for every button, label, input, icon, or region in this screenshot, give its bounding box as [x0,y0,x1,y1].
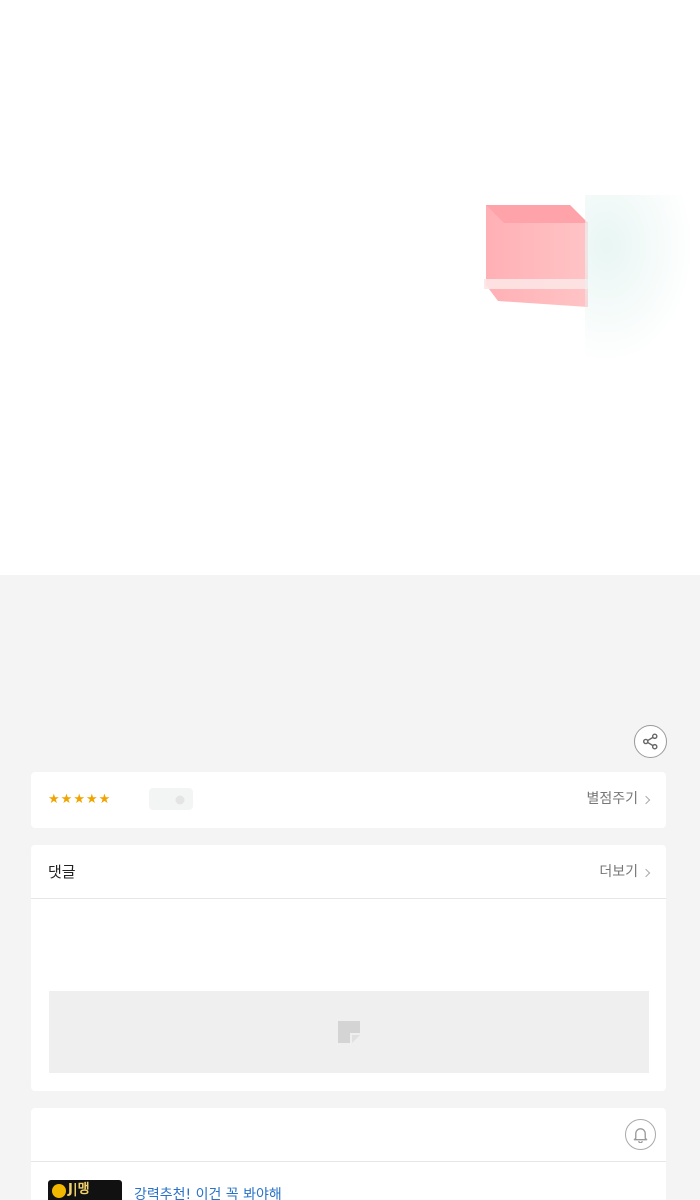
recommend-thumbnail: J|맹 [48,1180,122,1200]
thumbnail-tag: J|맹 [68,1182,90,1197]
star-icon: ★ [85,792,98,807]
chevron-right-icon [641,868,651,877]
rating-score [149,788,193,810]
comment-placeholder [49,991,649,1073]
rate-button-label: 별점주기 [586,791,638,807]
recommend-title: 강력추천! 이건 꼭 봐야해 [134,1187,282,1200]
bell-icon [633,1128,648,1143]
content-image-area [0,0,700,575]
comment-placeholder-icon [338,1021,360,1043]
recommend-item[interactable]: J|맹 강력추천! 이건 꼭 봐야해 [48,1180,282,1200]
clock-icon [52,1184,66,1198]
image-glow [585,195,695,365]
star-icon: ★ [73,792,85,807]
share-icon [642,733,658,750]
star-icon: ★ [60,792,73,807]
share-button[interactable] [634,725,667,758]
comment-card: 댓글 더보기 [31,845,666,1091]
participant-icon [175,795,185,805]
comment-header: 댓글 더보기 [31,845,666,899]
more-button-label: 더보기 [599,864,638,880]
star-icon: ★ [98,792,111,807]
comment-title: 댓글 [48,863,76,881]
star-icon: ★ [48,792,60,807]
recommend-header [31,1108,666,1162]
recommend-card: J|맹 강력추천! 이건 꼭 봐야해 [31,1108,666,1200]
rate-button[interactable]: 별점주기 [586,788,651,810]
more-button[interactable]: 더보기 [599,861,651,883]
chevron-right-icon [641,795,651,804]
rating-card: ★ ★ ★ ★ ★ 별점주기 [31,772,666,828]
star-rating: ★ ★ ★ ★ ★ [48,791,110,809]
book-image [484,205,588,307]
notification-button[interactable] [625,1119,656,1150]
